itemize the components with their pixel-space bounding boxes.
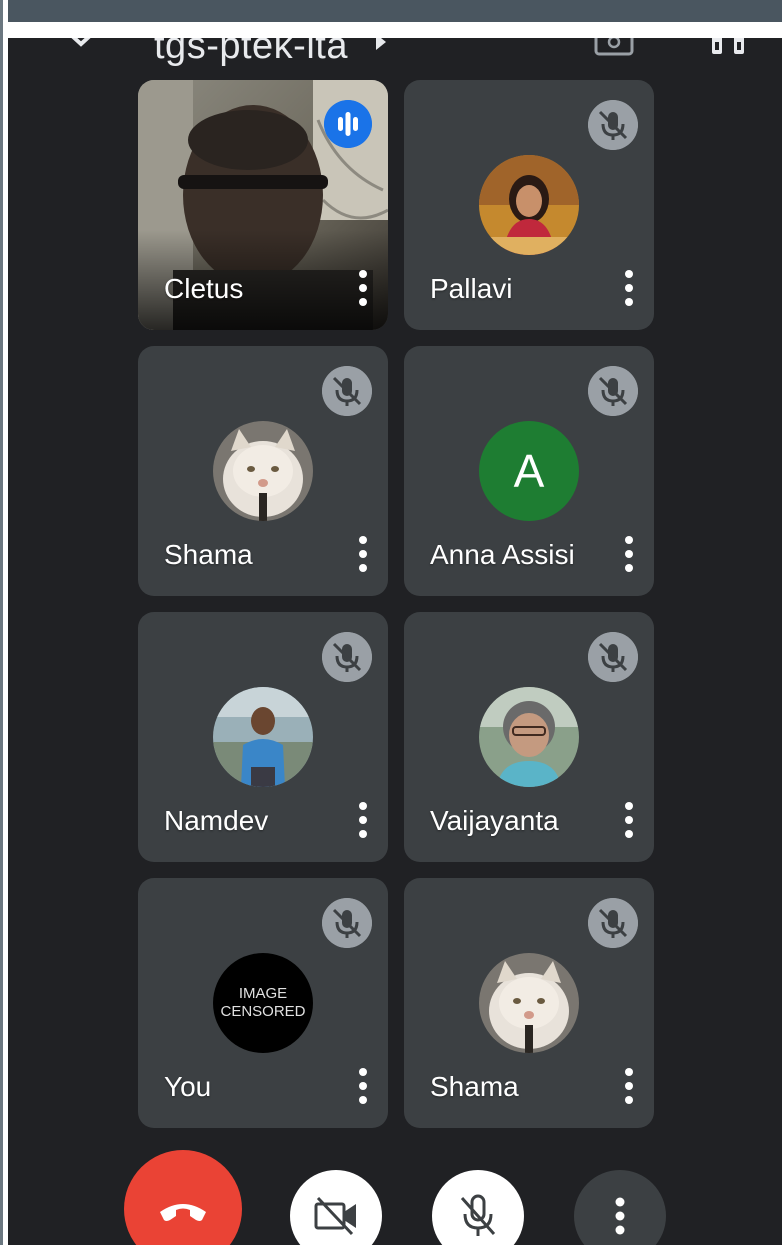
participant-tile-anna-assisi[interactable]: A Anna Assisi (404, 346, 654, 596)
mic-off-icon (588, 100, 638, 150)
mic-off-icon (460, 1194, 496, 1236)
participant-avatar (213, 421, 313, 521)
censored-avatar: IMAGE CENSORED (213, 953, 313, 1053)
phone-hangup-icon (160, 1204, 206, 1221)
participant-name: Shama (430, 1071, 519, 1102)
mic-off-icon (588, 898, 638, 948)
participant-name: Vaijayanta (430, 805, 559, 836)
participant-tile-cletus[interactable]: Cletus (138, 80, 388, 330)
more-vert-icon[interactable] (620, 534, 638, 574)
toggle-mic-button[interactable] (432, 1170, 524, 1245)
participant-initial-avatar: A (479, 421, 579, 521)
meeting-screen: tgs-ptek-ita Cletus Pallavi Shama A Anna… (8, 38, 782, 1245)
meeting-code[interactable]: tgs-ptek-ita (154, 38, 348, 68)
participant-name: Shama (164, 539, 253, 570)
participant-name: Pallavi (430, 273, 513, 304)
mic-off-icon (588, 632, 638, 682)
more-vert-icon (615, 1197, 625, 1235)
more-vert-icon[interactable] (354, 534, 372, 574)
participant-name: Cletus (164, 273, 244, 304)
participant-tile-namdev[interactable]: Namdev (138, 612, 388, 862)
videocam-off-icon (314, 1196, 356, 1236)
participant-avatar (213, 687, 313, 787)
more-vert-icon[interactable] (620, 800, 638, 840)
switch-camera-icon[interactable] (592, 38, 636, 58)
participant-tile-vaijayanta[interactable]: Vaijayanta (404, 612, 654, 862)
participant-tile-pallavi[interactable]: Pallavi (404, 80, 654, 330)
end-call-button[interactable] (124, 1150, 242, 1245)
participant-tile-you[interactable]: IMAGE CENSORED You (138, 878, 388, 1128)
call-controls (8, 1130, 782, 1245)
more-options-button[interactable] (574, 1170, 666, 1245)
more-vert-icon[interactable] (620, 1066, 638, 1106)
participant-avatar (479, 155, 579, 255)
speaking-indicator-icon (324, 100, 372, 148)
mic-off-icon (322, 898, 372, 948)
toggle-camera-button[interactable] (290, 1170, 382, 1245)
chevron-down-icon[interactable] (66, 38, 96, 54)
participant-name: Namdev (164, 805, 269, 836)
participant-tile-shama-2[interactable]: Shama (404, 878, 654, 1128)
more-vert-icon[interactable] (620, 268, 638, 308)
mic-off-icon (322, 632, 372, 682)
meeting-header: tgs-ptek-ita (8, 38, 782, 68)
more-vert-icon[interactable] (354, 800, 372, 840)
audio-output-icon[interactable] (704, 38, 752, 58)
frame-top-bar (8, 0, 782, 22)
participant-name: Anna Assisi (430, 539, 575, 570)
participant-avatar (479, 953, 579, 1053)
censored-text-line2: CENSORED (220, 1003, 306, 1020)
more-vert-icon[interactable] (354, 1066, 372, 1106)
mic-off-icon (588, 366, 638, 416)
mic-off-icon (322, 366, 372, 416)
participant-avatar (479, 687, 579, 787)
more-vert-icon[interactable] (354, 268, 372, 308)
participant-name: You (164, 1071, 212, 1102)
play-arrow-icon[interactable] (374, 38, 388, 52)
censored-text-line1: IMAGE (238, 985, 288, 1002)
participant-tile-shama[interactable]: Shama (138, 346, 388, 596)
frame-edge (0, 0, 3, 1245)
